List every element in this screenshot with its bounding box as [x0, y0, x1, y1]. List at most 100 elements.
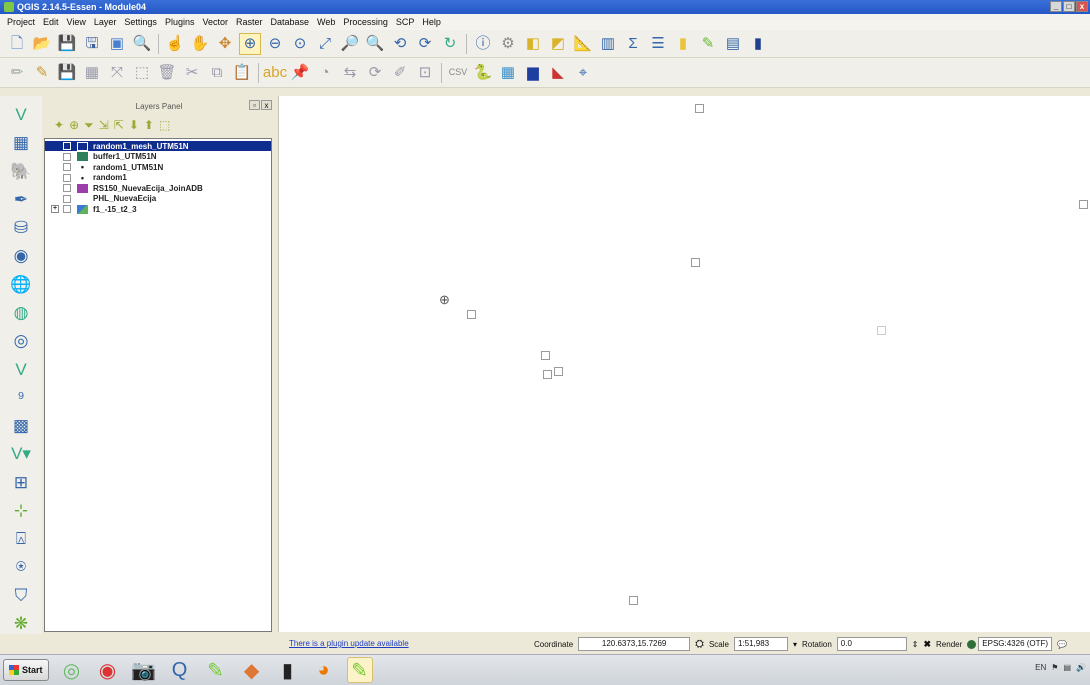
tile-scale-icon[interactable]: ▤ [722, 33, 744, 55]
zoom-in-icon[interactable]: ⊕ [239, 32, 261, 55]
menu-vector[interactable]: Vector [198, 14, 232, 30]
layer-item[interactable]: random1_mesh_UTM51N [45, 141, 271, 151]
new-shapefile-icon[interactable]: ▩ [7, 413, 35, 438]
gps-icon[interactable]: ⌖ [572, 62, 594, 84]
pan-to-selection-icon[interactable]: ✥ [214, 33, 236, 55]
add-spatialite-layer-icon[interactable]: ✒ [7, 187, 35, 212]
refresh-icon[interactable]: ↻ [439, 33, 461, 55]
move-feature-icon[interactable]: ⤧ [106, 62, 128, 84]
change-label-icon[interactable]: ✐ [389, 62, 411, 84]
digitize-icon[interactable]: ⊹ [7, 498, 35, 523]
layer-visibility-checkbox[interactable] [63, 184, 71, 192]
usb-device-icon[interactable]: ▮ [275, 657, 301, 683]
plugin-update-link[interactable]: There is a plugin update available [289, 639, 409, 648]
layer-visibility-checkbox[interactable] [63, 205, 71, 213]
georeferencer-icon[interactable]: ◣ [547, 62, 569, 84]
zoom-last-icon[interactable]: ⟲ [389, 33, 411, 55]
menu-view[interactable]: View [63, 14, 90, 30]
scale-combo[interactable]: 1:51,983 [733, 637, 788, 651]
csv-icon[interactable]: CSV [447, 62, 469, 84]
sum-icon[interactable]: Σ [622, 33, 644, 55]
new-layer-dropdown-icon[interactable]: V▾ [7, 441, 35, 466]
layer-visibility-checkbox[interactable] [63, 163, 71, 171]
rotation-spinner-icon[interactable]: ⇕ [912, 640, 919, 649]
add-feature-icon[interactable]: ▦ [81, 62, 103, 84]
zoom-full-icon[interactable]: ⤢ [314, 33, 336, 55]
menu-raster[interactable]: Raster [232, 14, 267, 30]
network-icon[interactable]: ▤ [1063, 663, 1071, 672]
scale-dropdown-icon[interactable]: ▾ [793, 640, 797, 649]
layer-item[interactable]: + f1_-15_t2_3 [45, 204, 271, 214]
gps-tools-icon[interactable]: ⍓ [7, 526, 35, 551]
map-canvas[interactable]: ⊕ [278, 96, 1090, 632]
remove-layer-icon[interactable]: ⬇ [129, 118, 139, 132]
qgis-icon[interactable]: ✎ [203, 657, 229, 683]
filter-legend-icon[interactable]: ⏷ [84, 118, 94, 133]
layer-item[interactable]: PHL_NuevaEcija [45, 194, 271, 204]
zoom-selection-icon[interactable]: 🔎 [339, 33, 361, 55]
qgis-active-icon[interactable]: ✎ [346, 657, 373, 683]
start-button[interactable]: Start [3, 659, 49, 681]
python-icon[interactable]: 🐍 [472, 62, 494, 84]
label-properties-icon[interactable]: ⊡ [414, 62, 436, 84]
layer-item[interactable]: • random1_UTM51N [45, 162, 271, 172]
layer-item[interactable]: • random1 [45, 173, 271, 183]
layer-visibility-checkbox[interactable] [63, 152, 71, 161]
menu-plugins[interactable]: Plugins [161, 14, 199, 30]
label-icon[interactable]: abc [263, 62, 287, 84]
layer-styling-icon[interactable]: ✦ [54, 118, 64, 132]
toggle-editing-icon[interactable]: ✎ [31, 62, 53, 84]
save-as-icon[interactable]: 🖫 [81, 33, 103, 55]
open-project-icon[interactable]: 📂 [31, 33, 53, 55]
paste-icon[interactable]: 📋 [231, 62, 253, 84]
add-wcs-layer-icon[interactable]: ◍ [7, 300, 35, 325]
rotate-label-icon[interactable]: ⟳ [364, 62, 386, 84]
visibility-icon[interactable]: ⬚ [159, 118, 170, 132]
virtualbox-icon[interactable]: ◆ [239, 657, 265, 683]
select-icon[interactable]: ◧ [522, 33, 544, 55]
expand-icon[interactable]: + [51, 205, 59, 213]
crs-status[interactable]: EPSG:4326 (OTF) [967, 637, 1053, 651]
add-vector-layer-icon[interactable]: V [7, 102, 35, 127]
layer-visibility-checkbox[interactable] [63, 194, 71, 203]
move-label-icon[interactable]: ⇆ [339, 62, 361, 84]
language-indicator[interactable]: EN [1035, 663, 1046, 672]
move-up-icon[interactable]: ⬆ [144, 118, 154, 132]
add-oracle-layer-icon[interactable]: ◉ [7, 243, 35, 268]
menu-project[interactable]: Project [3, 14, 39, 30]
menu-processing[interactable]: Processing [339, 14, 392, 30]
add-group-icon[interactable]: ⊕ [69, 118, 79, 132]
scp-icon[interactable]: ▆ [522, 62, 544, 84]
print-composer-icon[interactable]: ▣ [106, 33, 128, 55]
add-postgis-layer-icon[interactable]: 🐘 [7, 159, 35, 184]
rotation-field[interactable]: 0.0 [836, 637, 907, 651]
camera-icon[interactable]: 📷 [131, 657, 157, 683]
zoom-out-icon[interactable]: ⊖ [264, 33, 286, 55]
menu-layer[interactable]: Layer [90, 14, 121, 30]
coordinate-field[interactable]: 120.6373,15.7269 [578, 637, 691, 651]
zoom-layer-icon[interactable]: 🔍 [364, 33, 386, 55]
layer-item[interactable]: buffer1_UTM51N [45, 152, 271, 162]
volume-icon[interactable]: 🔊 [1076, 663, 1086, 672]
vector-tools-icon[interactable]: ⛉ [7, 583, 35, 608]
close-button[interactable]: x [1076, 1, 1088, 12]
measure-icon[interactable]: 📐 [572, 33, 594, 55]
touch-icon[interactable]: ☝ [164, 33, 186, 55]
add-virtual-layer-icon[interactable]: ⁹ [7, 385, 35, 410]
plugin-icon[interactable]: ⍟ [7, 554, 35, 579]
firefox-icon[interactable]: ◕ [311, 657, 337, 683]
menu-edit[interactable]: Edit [39, 14, 63, 30]
menu-database[interactable]: Database [267, 14, 314, 30]
float-panel-button[interactable]: ▫ [249, 100, 260, 110]
zoom-native-icon[interactable]: ⊙ [289, 33, 311, 55]
menu-scp[interactable]: SCP [392, 14, 419, 30]
chrome-app-icon[interactable]: ◎ [59, 657, 85, 683]
extents-toggle-icon[interactable]: ⛭ [695, 638, 704, 651]
create-layer-icon[interactable]: ⊞ [7, 469, 35, 494]
menu-web[interactable]: Web [313, 14, 339, 30]
close-panel-button[interactable]: x [261, 100, 272, 110]
render-checkbox-icon[interactable]: ✖ [923, 639, 931, 650]
qgis-browser-icon[interactable]: Q [167, 657, 193, 683]
statistics-icon[interactable]: ▥ [597, 33, 619, 55]
preview-icon[interactable]: 🔍 [131, 33, 153, 55]
